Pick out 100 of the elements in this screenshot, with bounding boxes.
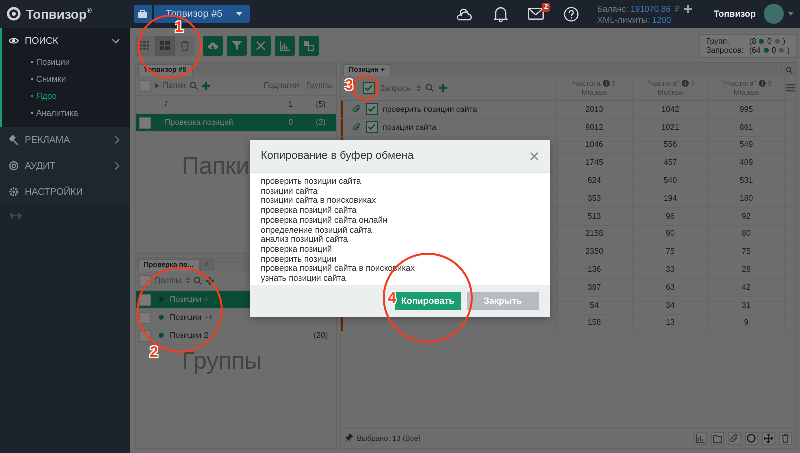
- close-icon[interactable]: [530, 152, 539, 160]
- table-cell: 387: [557, 278, 633, 296]
- plus-icon[interactable]: [206, 276, 214, 284]
- caret-icon[interactable]: [788, 12, 794, 16]
- footer-button[interactable]: [711, 432, 724, 444]
- status-dot: [764, 48, 769, 53]
- checkbox[interactable]: [139, 312, 151, 324]
- sidebar-item[interactable]: • Позиции: [2, 54, 130, 71]
- table-cell: 9: [709, 314, 785, 332]
- checkbox[interactable]: [139, 80, 151, 92]
- folder-row[interactable]: Проверка позиций 0 (3): [136, 114, 336, 132]
- dialog-button[interactable]: Копировать: [395, 292, 461, 310]
- currency-sign: ₽: [674, 3, 680, 14]
- table-cell: 1021: [633, 118, 709, 136]
- info-icon[interactable]: [602, 80, 610, 87]
- group-row[interactable]: Позиции 2 (20): [136, 327, 336, 345]
- chevron-right-icon: [115, 136, 120, 144]
- view-button[interactable]: [155, 36, 175, 56]
- search-button[interactable]: [781, 64, 796, 76]
- settings-icon: [9, 187, 19, 197]
- table-cell: 353: [557, 190, 633, 207]
- table-cell: 136: [557, 261, 633, 278]
- toolbar-button[interactable]: [299, 36, 319, 56]
- tiles-icon: [160, 41, 170, 51]
- checkbox[interactable]: [366, 121, 378, 134]
- folder-name: /: [165, 100, 168, 109]
- sort-icon[interactable]: [417, 84, 422, 92]
- sidebar-section[interactable]: НАСТРОЙКИ: [0, 179, 130, 205]
- footer-button[interactable]: [779, 432, 792, 444]
- toolbar-button[interactable]: [227, 36, 247, 56]
- checkbox[interactable]: [363, 82, 375, 94]
- pin-icon[interactable]: [345, 434, 353, 442]
- footer-button[interactable]: [694, 432, 707, 444]
- table-cell: 92: [709, 208, 785, 225]
- paperclip-icon[interactable]: [353, 105, 361, 114]
- weather-icon[interactable]: [456, 6, 474, 22]
- sort-icon[interactable]: [690, 80, 695, 87]
- checkbox[interactable]: [139, 274, 151, 286]
- sidebar-section[interactable]: РЕКЛАМА: [0, 127, 130, 153]
- plus-icon[interactable]: [684, 4, 692, 12]
- sort-icon[interactable]: [186, 277, 190, 284]
- group-count: (5): [315, 100, 327, 109]
- info-icon[interactable]: [758, 80, 766, 87]
- sort-icon[interactable]: [612, 80, 616, 87]
- toolbar-button[interactable]: [251, 36, 271, 56]
- move-icon: [764, 434, 773, 442]
- user-name[interactable]: Топвизор: [714, 9, 756, 19]
- search-icon[interactable]: [194, 276, 202, 284]
- search-icon: [786, 66, 792, 74]
- toolbar-button[interactable]: [275, 36, 295, 56]
- query-text: проверить позиции сайта: [383, 104, 478, 114]
- status-dot: [759, 39, 764, 44]
- check-icon: [368, 124, 376, 130]
- sort-icon[interactable]: [768, 80, 772, 87]
- query-count: (20): [312, 331, 330, 340]
- checkbox[interactable]: [139, 116, 151, 128]
- trash-icon: [781, 434, 790, 442]
- sidebar-section[interactable]: ПОИСК: [2, 28, 130, 54]
- hammer-icon: [9, 135, 19, 145]
- paperclip-icon[interactable]: [353, 123, 361, 132]
- xml-limits-label: XML-лимиты:: [597, 15, 650, 25]
- xml-limits-value[interactable]: 1200: [652, 15, 672, 25]
- sidebar-item[interactable]: • Аналитика: [2, 105, 130, 127]
- checkbox[interactable]: [139, 294, 151, 306]
- collapse-arrows-icon[interactable]: [10, 213, 22, 219]
- footer-button[interactable]: [728, 432, 741, 444]
- mail-icon[interactable]: [528, 8, 544, 20]
- table-cell: 409: [709, 154, 785, 172]
- table-cell: 9012: [557, 118, 633, 136]
- checkbox[interactable]: [366, 103, 378, 116]
- circle-icon: [747, 434, 756, 442]
- balance-value[interactable]: 191070.86: [630, 4, 671, 14]
- folder-name: Проверка позиций: [165, 118, 234, 127]
- table-cell: 1046: [557, 136, 633, 154]
- briefcase-button[interactable]: [134, 5, 152, 23]
- avatar[interactable]: [764, 4, 784, 24]
- dialog-button[interactable]: Закрыть: [467, 292, 539, 310]
- toolbar-button[interactable]: [203, 36, 223, 56]
- search-icon[interactable]: [426, 84, 434, 92]
- help-icon[interactable]: [564, 6, 580, 22]
- search-icon[interactable]: [190, 82, 198, 90]
- status-dot: [774, 39, 780, 44]
- menu-icon[interactable]: [786, 84, 795, 92]
- grid-icon: [140, 41, 150, 51]
- check-icon: [368, 106, 376, 112]
- table-cell: 180: [709, 190, 785, 207]
- footer-button[interactable]: [745, 432, 758, 444]
- bell-icon[interactable]: [494, 6, 508, 22]
- expand-arrow-icon[interactable]: [155, 82, 159, 88]
- table-cell: 33: [633, 261, 709, 278]
- table-cell: 80: [709, 226, 785, 242]
- footer-button[interactable]: [762, 432, 775, 444]
- sidebar-item[interactable]: • Ядро: [2, 88, 130, 105]
- sidebar-item[interactable]: • Снимки: [2, 71, 130, 88]
- table-cell: 531: [709, 172, 785, 189]
- sidebar-section[interactable]: АУДИТ: [0, 153, 130, 179]
- group-count: (3): [315, 118, 327, 127]
- table-cell: 1745: [557, 154, 633, 172]
- info-icon[interactable]: [682, 80, 689, 87]
- stats-count: 0: [767, 37, 772, 46]
